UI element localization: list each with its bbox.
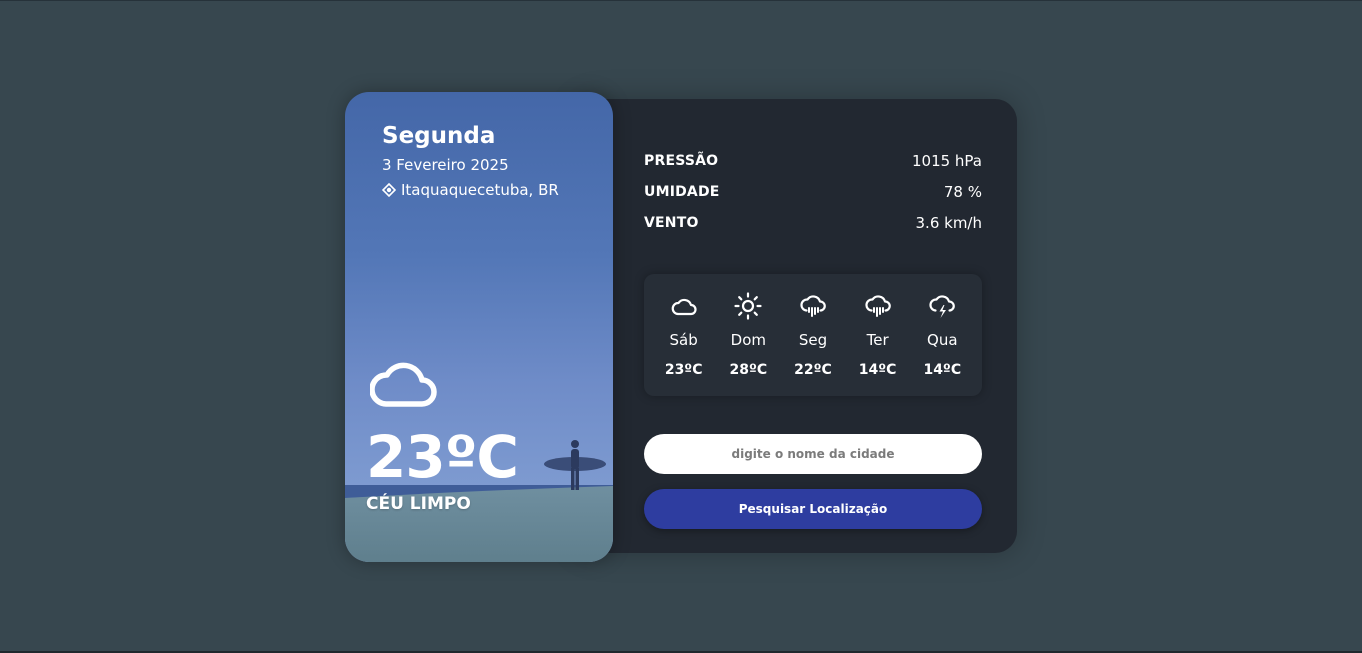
top-border	[0, 0, 1362, 1]
forecast-day-name: Qua	[927, 331, 958, 349]
search-location-button[interactable]: Pesquisar Localização	[644, 489, 982, 529]
date-text: 3 Fevereiro 2025	[382, 156, 509, 174]
stat-label: VENTO	[644, 215, 699, 231]
stat-pressure: PRESSÃO 1015 hPa	[644, 150, 982, 181]
forecast-day-name: Sáb	[669, 331, 698, 349]
forecast-day-name: Ter	[866, 331, 889, 349]
weather-app: Segunda 3 Fevereiro 2025 Itaquaquecetuba…	[345, 92, 1017, 562]
location-pin-icon	[382, 183, 396, 197]
stat-humidity: UMIDADE 78 %	[644, 181, 982, 212]
forecast-day: Ter 14ºC	[849, 274, 907, 380]
current-temperature: 23ºC	[366, 423, 519, 491]
forecast-day: Sáb 23ºC	[655, 274, 713, 380]
stat-value: 1015 hPa	[911, 152, 982, 170]
cloud-icon	[671, 298, 697, 316]
cloud-lightning-icon	[929, 295, 956, 318]
stat-value: 78 %	[943, 183, 982, 201]
forecast-day: Dom 28ºC	[719, 274, 777, 380]
location: Itaquaquecetuba, BR	[382, 179, 559, 201]
stat-label: PRESSÃO	[644, 153, 719, 169]
location-text: Itaquaquecetuba, BR	[401, 181, 559, 199]
stat-value: 3.6 km/h	[915, 214, 982, 232]
forecast-day: Seg 22ºC	[784, 274, 842, 380]
weather-description: CÉU LIMPO	[366, 494, 471, 514]
current-weather: 23ºC CÉU LIMPO	[366, 360, 519, 514]
weather-panel: Segunda 3 Fevereiro 2025 Itaquaquecetuba…	[345, 92, 613, 562]
day-name: Segunda	[382, 123, 496, 149]
forecast-temp: 23ºC	[664, 362, 703, 378]
forecast-temp: 14ºC	[923, 362, 962, 378]
forecast-temp: 22ºC	[794, 362, 832, 378]
cloud-icon	[369, 362, 437, 407]
forecast-day: Qua 14ºC	[913, 274, 971, 380]
cloud-rain-icon	[800, 295, 826, 317]
city-search-input[interactable]	[644, 434, 982, 474]
sun-icon	[734, 292, 762, 320]
cloud-rain-icon	[865, 295, 891, 317]
forecast-day-name: Dom	[730, 331, 766, 349]
forecast-day-name: Seg	[798, 331, 828, 349]
stat-wind: VENTO 3.6 km/h	[644, 212, 982, 243]
forecast-list: Sáb 23ºC Dom 28ºC Seg 22ºC Ter 14ºC Qua …	[644, 274, 982, 396]
forecast-temp: 14ºC	[858, 362, 897, 378]
forecast-temp: 28ºC	[729, 362, 768, 378]
weather-header: Segunda 3 Fevereiro 2025 Itaquaquecetuba…	[382, 120, 559, 201]
stat-label: UMIDADE	[644, 184, 720, 200]
stats-list: PRESSÃO 1015 hPa UMIDADE 78 % VENTO 3.6 …	[644, 150, 982, 243]
